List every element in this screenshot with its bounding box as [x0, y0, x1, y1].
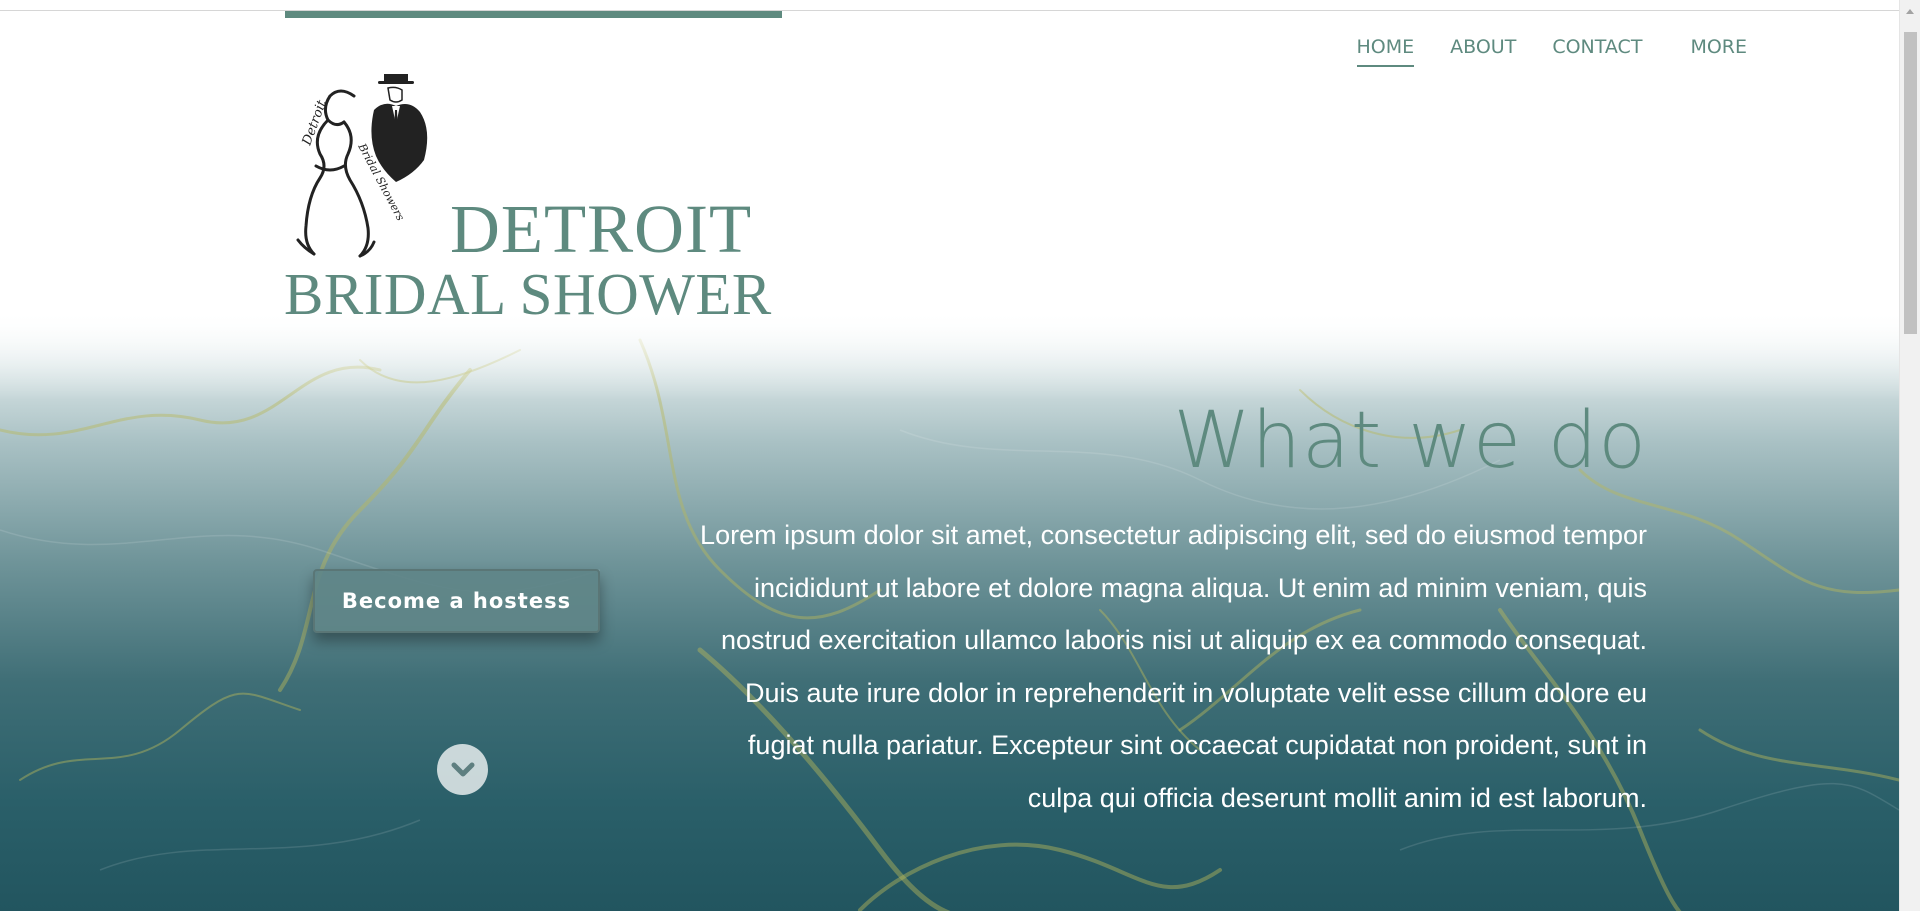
main-nav: HOME ABOUT CONTACT MORE	[1339, 33, 1747, 67]
scroll-up-arrow-icon[interactable]	[1906, 9, 1914, 14]
chevron-down-icon	[451, 762, 474, 776]
scroll-down-button[interactable]	[437, 744, 488, 795]
logo-title-line1: DETROIT	[450, 191, 753, 267]
top-border	[0, 0, 1899, 11]
vertical-scrollbar[interactable]	[1899, 0, 1920, 911]
become-hostess-button[interactable]: Become a hostess	[313, 569, 600, 633]
scrollbar-thumb[interactable]	[1904, 32, 1917, 334]
nav-contact[interactable]: CONTACT	[1534, 33, 1660, 61]
bride-groom-logo-icon: Detroit Bridal Showers	[296, 74, 428, 258]
section-title: What we do	[1173, 396, 1647, 486]
page: Detroit Bridal Showers DETROIT BRIDAL SH…	[0, 0, 1899, 911]
logo-title-line2: BRIDAL SHOWER	[284, 261, 772, 327]
logo-accent-bar	[285, 11, 782, 18]
nav-more[interactable]: MORE	[1660, 33, 1747, 61]
section-body-text: Lorem ipsum dolor sit amet, consectetur …	[700, 520, 1647, 813]
nav-home[interactable]: HOME	[1339, 33, 1433, 67]
nav-about[interactable]: ABOUT	[1432, 33, 1534, 61]
